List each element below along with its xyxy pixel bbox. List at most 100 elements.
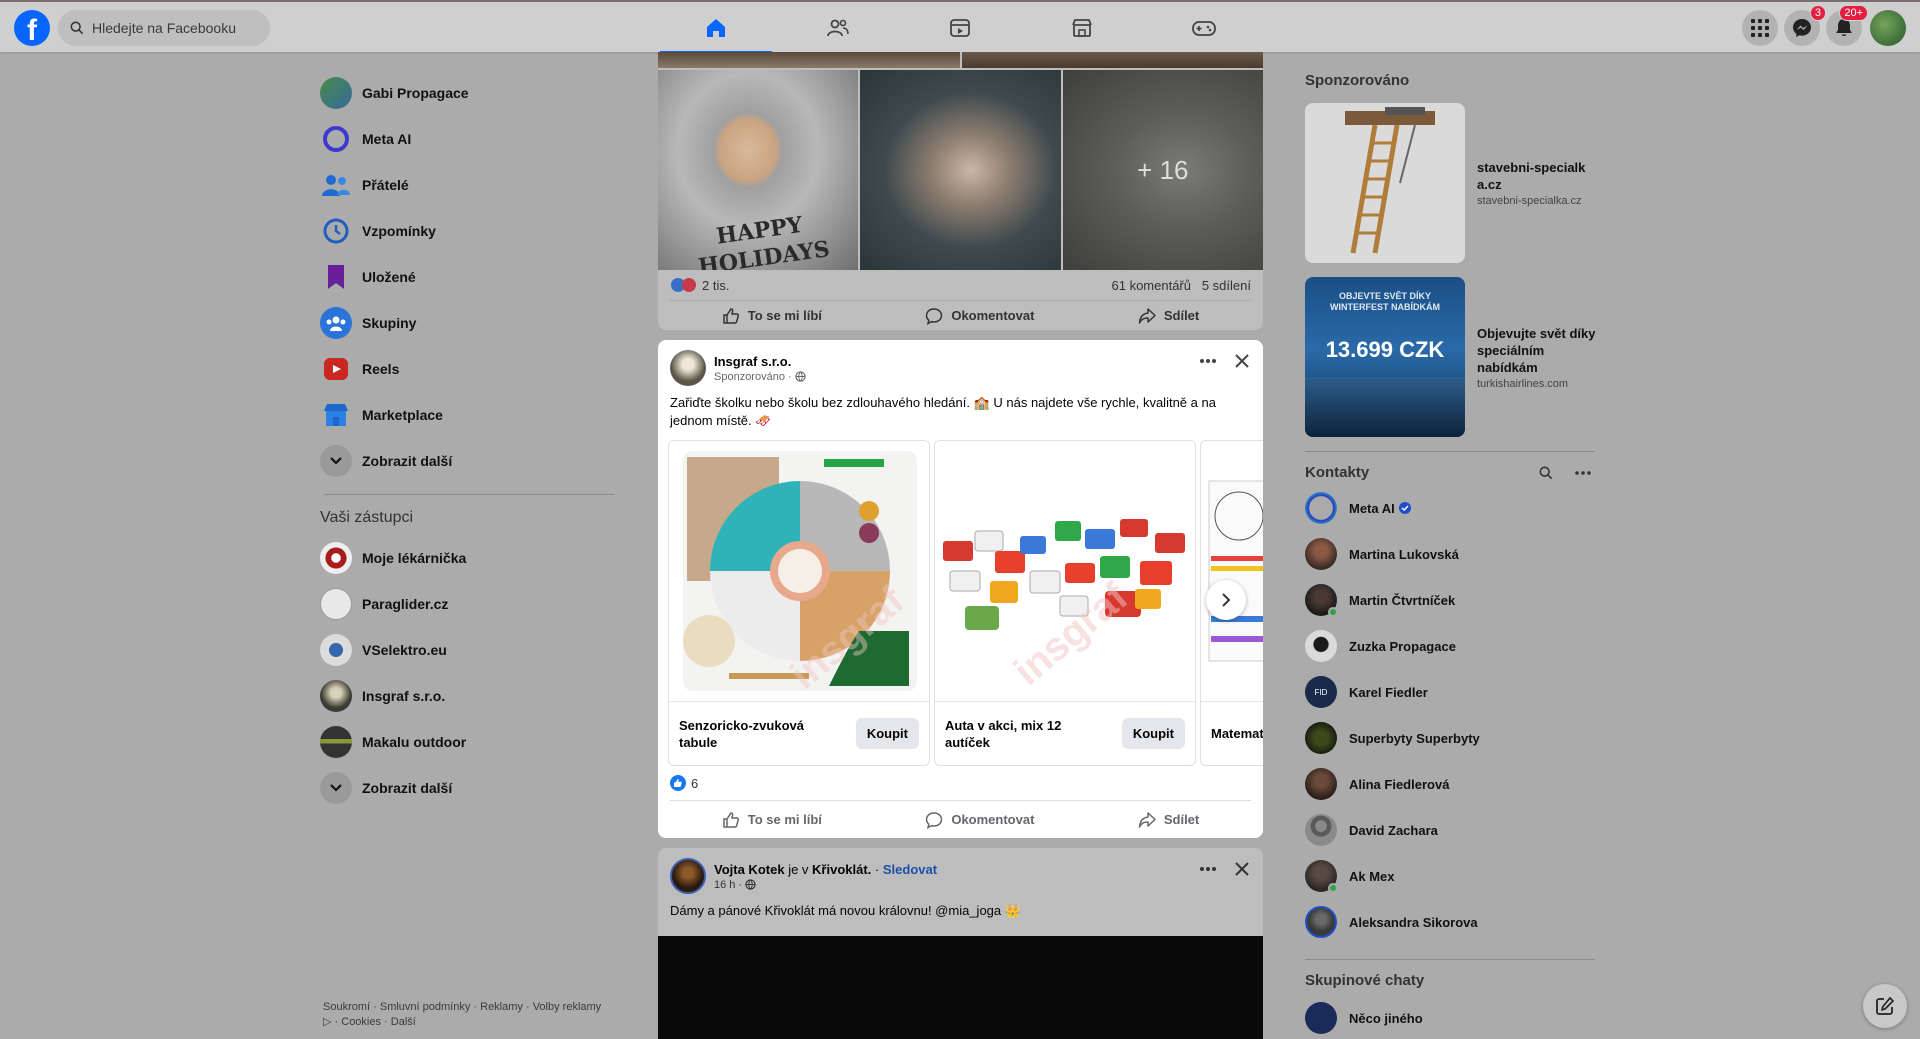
shortcut-item[interactable]: Paraglider.cz — [320, 581, 620, 627]
sidebar-item-marketplace[interactable]: Marketplace — [320, 392, 620, 438]
product-card[interactable]: insgraf Auta v akci, mix 12 autíček Koup… — [934, 440, 1196, 766]
tab-friends[interactable] — [782, 4, 894, 52]
shortcut-item[interactable]: Moje lékárnička — [320, 535, 620, 581]
like-button[interactable]: To se mi líbí — [722, 811, 822, 829]
sponsored-ad[interactable]: stavebni-specialka.cz stavebni-specialka… — [1305, 103, 1595, 263]
contact-item[interactable]: Aleksandra Sikorova — [1305, 899, 1595, 945]
notifications-button[interactable]: 20+ — [1826, 5, 1868, 46]
sidebar-item-meta-ai[interactable]: Meta AI — [320, 116, 620, 162]
more-options-icon[interactable] — [1199, 358, 1217, 364]
sidebar-item-profile[interactable]: Gabi Propagace — [320, 70, 620, 116]
contact-item[interactable]: Superbyty Superbyty — [1305, 715, 1595, 761]
facebook-logo-icon[interactable]: f — [14, 10, 50, 46]
shortcut-avatar — [320, 634, 352, 666]
tab-home[interactable] — [660, 4, 772, 54]
shortcut-show-more[interactable]: Zobrazit další — [320, 765, 620, 811]
product-image[interactable]: insgraf — [669, 441, 929, 701]
footer-ads-link[interactable]: Reklamy — [480, 1001, 523, 1013]
share-button[interactable]: Sdílet — [1138, 811, 1199, 829]
sidebar-item-saved[interactable]: Uložené — [320, 254, 620, 300]
friends-icon — [827, 19, 849, 37]
sponsored-ad[interactable]: OBJEVTE SVĚT DÍKY WINTERFEST NABÍDKÁM 13… — [1305, 277, 1597, 437]
shortcut-item[interactable]: Makalu outdoor — [320, 719, 620, 765]
follow-link[interactable]: Sledovat — [883, 862, 937, 877]
sidebar-item-reels[interactable]: Reels — [320, 346, 620, 392]
post-video[interactable] — [658, 936, 1263, 1039]
tab-marketplace[interactable] — [1026, 4, 1138, 52]
footer-adchoices-link[interactable]: Volby reklamy — [533, 1001, 601, 1013]
marketplace-icon — [1072, 19, 1092, 37]
sidebar-item-friends[interactable]: Přátelé — [320, 162, 620, 208]
gaming-icon — [1192, 21, 1216, 36]
contact-item[interactable]: Alina Fiedlerová — [1305, 761, 1595, 807]
product-image[interactable]: insgraf — [935, 441, 1195, 701]
post-author-name[interactable]: Vojta Kotek — [714, 862, 785, 877]
ad-image[interactable] — [1305, 103, 1465, 263]
comments-count[interactable]: 61 komentářů — [1112, 278, 1192, 293]
ad-image[interactable]: OBJEVTE SVĚT DÍKY WINTERFEST NABÍDKÁM 13… — [1305, 277, 1465, 437]
post-photo[interactable] — [860, 70, 1061, 270]
post-photo[interactable]: HAPPY HOLIDAYS — [658, 70, 859, 270]
footer-privacy-link[interactable]: Soukromí — [323, 1001, 370, 1013]
post-photo-more[interactable]: + 16 — [1062, 70, 1263, 270]
product-title[interactable]: Senzoricko-zvuková tabule — [679, 717, 829, 751]
account-avatar[interactable] — [1870, 10, 1906, 46]
footer-cookies-link[interactable]: Cookies — [341, 1016, 381, 1028]
footer-terms-link[interactable]: Smluvní podmínky — [380, 1001, 470, 1013]
sidebar-item-label: Skupiny — [362, 315, 417, 331]
product-title[interactable]: Auta v akci, mix 12 autíček — [945, 717, 1095, 751]
new-message-button[interactable] — [1863, 984, 1907, 1028]
search-input[interactable] — [92, 20, 252, 36]
post-author-avatar[interactable] — [670, 858, 706, 894]
shares-count[interactable]: 5 sdílení — [1202, 278, 1251, 293]
contact-item[interactable]: Ak Mex — [1305, 853, 1595, 899]
sponsored-label[interactable]: Sponzorováno — [714, 371, 785, 383]
shortcut-label: Moje lékárnička — [362, 550, 467, 566]
product-card[interactable]: insgraf Senzoricko-zvuková tabule Koupit — [668, 440, 930, 766]
sidebar-item-show-more[interactable]: Zobrazit další — [320, 438, 620, 484]
search-icon[interactable] — [1539, 466, 1553, 480]
comment-button[interactable]: Okomentovat — [925, 811, 1034, 829]
messenger-button[interactable]: 3 — [1784, 5, 1826, 46]
separator-dot: · — [738, 878, 743, 891]
checkin-place[interactable]: Křivoklát. — [812, 862, 871, 877]
shortcut-item[interactable]: Insgraf s.r.o. — [320, 673, 620, 719]
marketplace-icon — [320, 399, 352, 431]
carousel-next-button[interactable] — [1206, 580, 1246, 620]
more-options-icon[interactable] — [1575, 470, 1591, 475]
reactions-summary[interactable]: 2 tis. — [670, 277, 729, 293]
buy-button[interactable]: Koupit — [1121, 718, 1185, 749]
footer-more-link[interactable]: Další — [391, 1016, 416, 1028]
contact-item[interactable]: Zuzka Propagace — [1305, 623, 1595, 669]
buy-button[interactable]: Koupit — [855, 718, 919, 749]
notifications-badge: 20+ — [1839, 5, 1868, 21]
contact-item[interactable]: Meta AI — [1305, 485, 1595, 531]
contact-item[interactable]: FID Karel Fiedler — [1305, 669, 1595, 715]
contact-item[interactable]: Martin Čtvrtníček — [1305, 577, 1595, 623]
shortcut-item[interactable]: VSelektro.eu — [320, 627, 620, 673]
more-options-icon[interactable] — [1199, 866, 1217, 872]
close-icon[interactable] — [1235, 862, 1249, 876]
product-image[interactable] — [1201, 441, 1263, 701]
comment-button[interactable]: Okomentovat — [925, 307, 1034, 325]
ad-title[interactable]: Objevujte svět díky speciálním nabídkám — [1477, 325, 1597, 376]
search-box[interactable] — [58, 10, 270, 46]
like-button[interactable]: To se mi líbí — [722, 307, 822, 325]
ad-title[interactable]: stavebni-specialka.cz — [1477, 159, 1587, 193]
post-author-name[interactable]: Insgraf s.r.o. — [714, 354, 806, 369]
group-chat-item[interactable]: Něco jiného — [1305, 995, 1595, 1039]
share-button[interactable]: Sdílet — [1138, 307, 1199, 325]
menu-button[interactable] — [1742, 10, 1778, 46]
post-time[interactable]: 16 h — [714, 879, 735, 891]
contact-item[interactable]: David Zachara — [1305, 807, 1595, 853]
post-author-avatar[interactable] — [670, 350, 706, 386]
sidebar-item-memories[interactable]: Vzpomínky — [320, 208, 620, 254]
contact-item[interactable]: Martina Lukovská — [1305, 531, 1595, 577]
sidebar-item-groups[interactable]: Skupiny — [320, 300, 620, 346]
product-title[interactable]: Matematické karty — [1211, 725, 1263, 742]
reactions-summary[interactable]: 6 — [670, 775, 698, 791]
close-icon[interactable] — [1235, 354, 1249, 368]
tab-watch[interactable] — [904, 4, 1016, 52]
ad-domain: turkishairlines.com — [1477, 377, 1569, 390]
tab-gaming[interactable] — [1148, 4, 1260, 52]
